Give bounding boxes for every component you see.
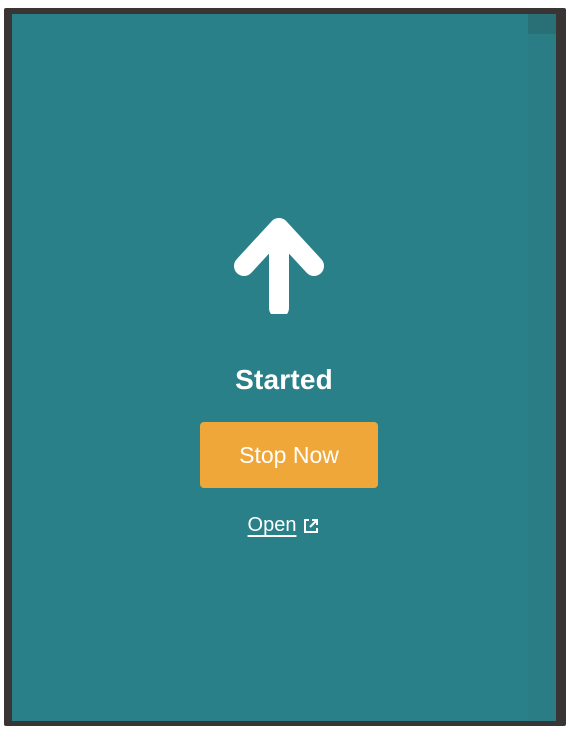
arrow-up-icon bbox=[234, 218, 324, 314]
open-link-container: Open bbox=[12, 514, 556, 537]
status-label: Started bbox=[235, 364, 333, 395]
open-link-label: Open bbox=[247, 514, 297, 536]
status-panel: Started Stop Now Open bbox=[12, 14, 556, 721]
external-link-icon bbox=[304, 518, 319, 533]
open-link[interactable]: Open bbox=[248, 514, 321, 537]
stop-now-button[interactable]: Stop Now bbox=[200, 422, 378, 488]
panel-content: Started Stop Now Open bbox=[12, 14, 556, 721]
